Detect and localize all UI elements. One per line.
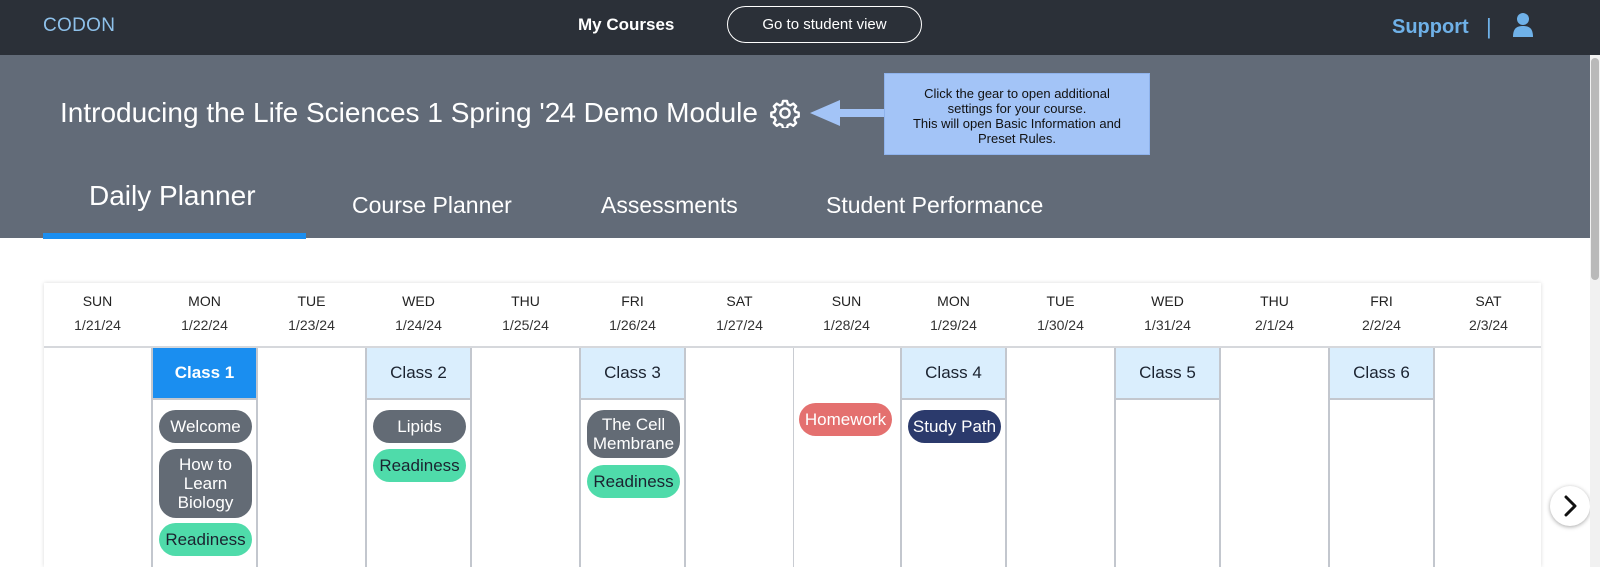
day-column-class-1: Class 1 Welcome How to Learn Biology Rea… <box>151 348 258 567</box>
pill-text-line: Membrane <box>592 434 675 453</box>
callout-line: Preset Rules. <box>977 131 1057 146</box>
pill-study-path[interactable]: Study Path <box>908 410 1001 443</box>
day-date: 1/24/24 <box>395 317 442 333</box>
day-date: 1/25/24 <box>502 317 549 333</box>
day-name: SAT <box>726 293 753 309</box>
daily-planner-calendar: SUN 1/21/24 MON 1/22/24 TUE 1/23/24 WED … <box>44 283 1541 567</box>
day-name: THU <box>1260 293 1289 309</box>
pill-welcome[interactable]: Welcome <box>159 410 252 443</box>
day-name: TUE <box>1046 293 1075 309</box>
day-name: TUE <box>297 293 326 309</box>
pill-homework[interactable]: Homework <box>799 403 892 436</box>
chevron-right-icon <box>1564 495 1577 517</box>
pill-how-to-learn-biology[interactable]: How to Learn Biology <box>159 449 252 518</box>
day-date: 1/27/24 <box>716 317 763 333</box>
day-name: FRI <box>1370 293 1393 309</box>
tab-daily-planner[interactable]: Daily Planner <box>89 180 256 238</box>
callout-arrow-icon <box>810 100 885 126</box>
pill-readiness[interactable]: Readiness <box>373 449 466 482</box>
day-column-class-2: Class 2 Lipids Readiness <box>365 348 472 567</box>
day-date: 1/23/24 <box>288 317 335 333</box>
day-column-class-6: Class 6 <box>1328 348 1435 567</box>
class-4-tile[interactable]: Class 4 <box>902 348 1005 400</box>
class-3-tile[interactable]: Class 3 <box>581 348 684 400</box>
nav-divider: | <box>1486 14 1492 39</box>
class-2-tile[interactable]: Class 2 <box>367 348 470 400</box>
pill-text-line: Learn <box>183 474 228 493</box>
day-date: 1/21/24 <box>74 317 121 333</box>
pill-lipids[interactable]: Lipids <box>373 410 466 443</box>
class-6-tile[interactable]: Class 6 <box>1330 348 1433 400</box>
support-link[interactable]: Support <box>1392 16 1469 39</box>
pill-the-cell-membrane[interactable]: The Cell Membrane <box>587 410 680 458</box>
day-name: SAT <box>1475 293 1502 309</box>
day-date: 1/29/24 <box>930 317 977 333</box>
day-name: WED <box>402 293 435 309</box>
week-divider <box>793 348 900 567</box>
callout-line: settings for your course. <box>947 101 1087 116</box>
day-name: WED <box>1151 293 1184 309</box>
day-date: 1/26/24 <box>609 317 656 333</box>
day-date: 2/3/24 <box>1469 317 1508 333</box>
course-title: Introducing the Life Sciences 1 Spring '… <box>60 97 758 128</box>
callout-line: Click the gear to open additional <box>924 86 1110 101</box>
nav-my-courses[interactable]: My Courses <box>578 15 674 35</box>
tab-course-planner[interactable]: Course Planner <box>352 192 512 250</box>
day-column-class-4: Class 4 Study Path <box>900 348 1007 567</box>
go-to-student-view-button[interactable]: Go to student view <box>727 6 922 43</box>
day-column-class-3: Class 3 The Cell Membrane Readiness <box>579 348 686 567</box>
day-date: 1/22/24 <box>181 317 228 333</box>
top-navbar: CODON My Courses Go to student view Supp… <box>0 0 1600 55</box>
class-5-tile[interactable]: Class 5 <box>1116 348 1219 400</box>
gear-icon[interactable] <box>770 98 800 128</box>
callout-line: This will open Basic Information and <box>912 116 1122 131</box>
class-1-tile[interactable]: Class 1 <box>153 348 256 400</box>
day-date: 1/30/24 <box>1037 317 1084 333</box>
day-name: SUN <box>82 293 113 309</box>
brand-logo[interactable]: CODON <box>43 15 115 37</box>
active-tab-indicator <box>43 233 306 239</box>
day-name: SUN <box>831 293 862 309</box>
gear-tooltip-callout: Click the gear to open additional settin… <box>884 73 1150 155</box>
pill-text-line: How to <box>179 455 232 474</box>
day-name: MON <box>188 293 221 309</box>
pill-text-line: Biology <box>177 493 234 512</box>
user-icon[interactable] <box>1512 12 1534 38</box>
tab-assessments[interactable]: Assessments <box>601 192 738 250</box>
day-date: 2/1/24 <box>1255 317 1294 333</box>
day-date: 1/28/24 <box>823 317 870 333</box>
day-date: 2/2/24 <box>1362 317 1401 333</box>
page-scrollbar-thumb[interactable] <box>1591 58 1599 280</box>
day-name: MON <box>937 293 970 309</box>
next-week-button[interactable] <box>1550 486 1590 526</box>
day-column-class-5: Class 5 <box>1114 348 1221 567</box>
day-name: THU <box>511 293 540 309</box>
pill-text-line: The Cell <box>601 415 666 434</box>
day-date: 1/31/24 <box>1144 317 1191 333</box>
tab-student-performance[interactable]: Student Performance <box>826 192 1043 250</box>
day-name: FRI <box>621 293 644 309</box>
course-header: Introducing the Life Sciences 1 Spring '… <box>0 55 1600 239</box>
pill-readiness[interactable]: Readiness <box>159 523 252 556</box>
pill-readiness[interactable]: Readiness <box>587 465 680 498</box>
